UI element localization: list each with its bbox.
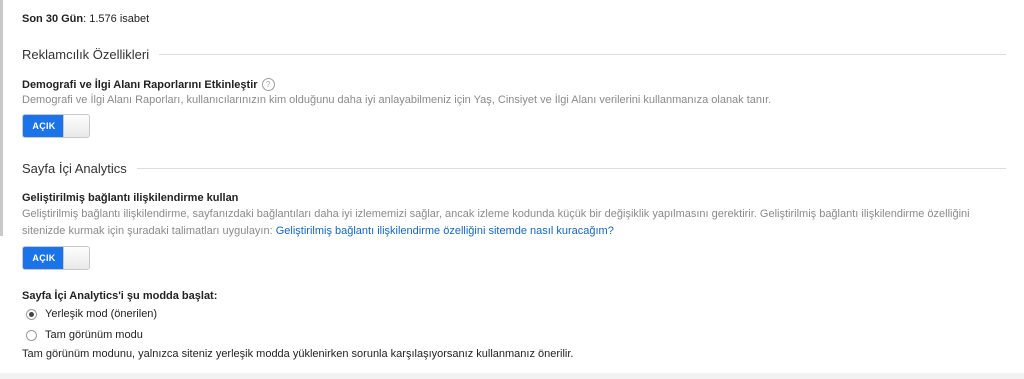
radio-button[interactable] xyxy=(26,329,37,341)
summary-label: Son 30 Gün xyxy=(22,13,84,25)
left-border xyxy=(0,0,3,236)
radio-option-full-view[interactable]: Tam görünüm modu xyxy=(26,329,143,341)
enhanced-link-toggle[interactable]: AÇIK xyxy=(22,246,90,270)
radio-label: Tam görünüm modu xyxy=(45,329,143,341)
enhanced-link-description: Geliştirilmiş bağlantı ilişkilendirme, s… xyxy=(22,206,996,240)
toggle-on-label: AÇIK xyxy=(23,115,65,137)
demographics-setting-title: Demografi ve İlgi Alanı Raporlarını Etki… xyxy=(22,78,275,91)
help-icon[interactable]: ? xyxy=(261,78,275,91)
toggle-knob xyxy=(63,247,89,269)
enhanced-link-help-link[interactable]: Geliştirilmiş bağlantı ilişkilendirme öz… xyxy=(276,225,614,237)
bottom-strip xyxy=(0,373,1024,379)
toggle-knob xyxy=(63,115,89,137)
summary-value: : 1.576 isabet xyxy=(83,13,150,25)
demographics-description: Demografi ve İlgi Alanı Raporları, kulla… xyxy=(22,94,772,106)
mode-title: Sayfa İçi Analytics'i şu modda başlat: xyxy=(22,290,218,302)
last-30-days-summary: Son 30 Gün: 1.576 isabet xyxy=(22,13,149,25)
enhanced-link-setting-title: Geliştirilmiş bağlantı ilişkilendirme ku… xyxy=(22,192,238,204)
radio-label: Yerleşik mod (önerilen) xyxy=(45,308,158,320)
advertising-features-heading: Reklamcılık Özellikleri xyxy=(22,47,1006,62)
enhanced-link-title-text: Geliştirilmiş bağlantı ilişkilendirme ku… xyxy=(22,192,239,204)
advertising-heading-text: Reklamcılık Özellikleri xyxy=(22,47,150,62)
mode-note: Tam görünüm modunu, yalnızca siteniz yer… xyxy=(22,348,574,360)
demographics-title-text: Demografi ve İlgi Alanı Raporlarını Etki… xyxy=(22,78,258,91)
heading-divider xyxy=(136,168,1006,169)
inpage-heading-text: Sayfa İçi Analytics xyxy=(22,161,127,176)
heading-divider xyxy=(159,54,1006,55)
radio-option-embedded[interactable]: Yerleşik mod (önerilen) xyxy=(26,308,157,320)
radio-button[interactable] xyxy=(26,308,37,320)
inpage-analytics-heading: Sayfa İçi Analytics xyxy=(22,161,1006,176)
toggle-on-label: AÇIK xyxy=(23,247,65,269)
demographics-toggle[interactable]: AÇIK xyxy=(22,114,90,138)
